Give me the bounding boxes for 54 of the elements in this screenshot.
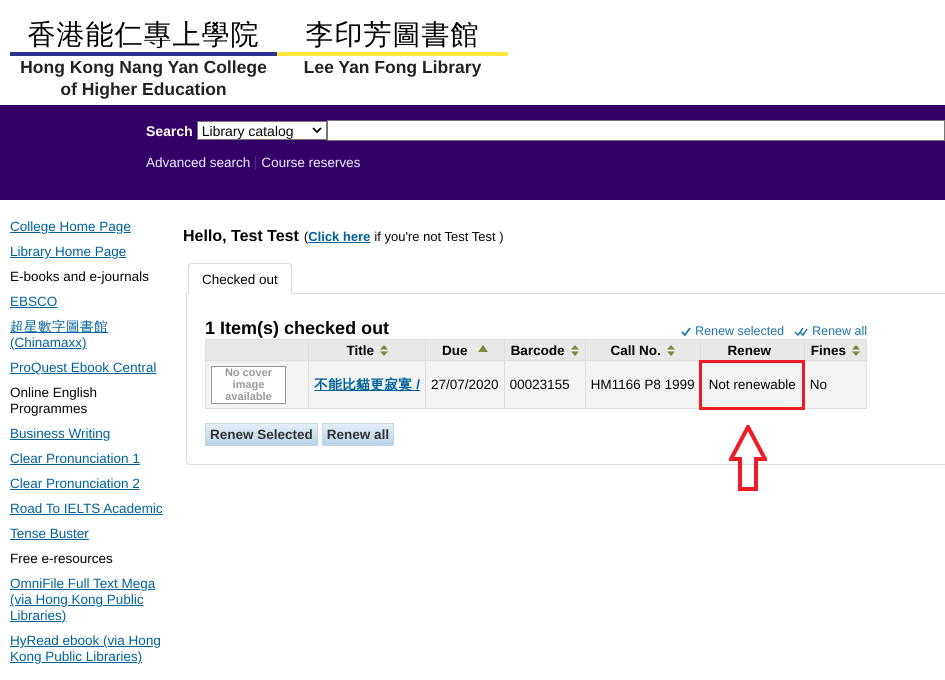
scope-select[interactable]: Library catalog — [196, 121, 327, 140]
sort-ascending-icon — [478, 345, 488, 352]
sidebar-link[interactable]: Business Writing — [10, 426, 175, 442]
sidebar-link[interactable]: OmniFile Full Text Mega (via Hong Kong Public Libraries) — [10, 576, 175, 624]
sidebar-link[interactable]: EBSCO — [10, 294, 175, 310]
column-header[interactable]: Barcode — [504, 340, 586, 360]
check-icon — [681, 326, 692, 336]
library-chinese-name: 李印芳圖書館 — [306, 18, 480, 52]
due-cell: 27/07/2020 — [425, 360, 504, 408]
renew-button[interactable]: Renew all — [322, 423, 394, 446]
greeting-paren: ( — [304, 229, 308, 244]
chevron-down-icon — [312, 127, 322, 134]
sidebar-link[interactable]: Clear Pronunciation 1 — [10, 451, 175, 467]
click-here-link[interactable]: Click here — [308, 229, 370, 244]
sidebar-link[interactable]: HyRead ebook (via Hong Kong Public Libraries) — [10, 633, 175, 665]
sidebar-link[interactable]: Library Home Page — [10, 244, 175, 260]
up-arrow-icon — [728, 425, 767, 491]
sidebar-link[interactable]: ProQuest Ebook Central — [10, 360, 175, 376]
sidebar-heading: Free e-resources — [10, 551, 114, 567]
college-english-name: Hong Kong Nang Yan College of Higher Education — [19, 56, 268, 100]
sidebar-link[interactable]: Tense Buster — [10, 526, 175, 542]
checkout-heading: 1 Item(s) checked out — [205, 317, 390, 339]
call-number-cell: HM1166 P8 1999 — [585, 360, 700, 408]
sort-icon — [852, 345, 860, 356]
renew-action-link[interactable]: Renew selected — [681, 324, 784, 338]
column-header: Renew — [700, 340, 804, 360]
tab[interactable]: Checked out — [188, 263, 292, 294]
search-link[interactable]: Advanced search — [146, 155, 250, 170]
column-header[interactable]: Due — [425, 340, 504, 360]
no-cover-image: No cover image available — [211, 366, 286, 404]
search-link[interactable]: Course reserves — [261, 155, 360, 170]
sidebar-link[interactable]: Clear Pronunciation 2 — [10, 476, 175, 492]
greeting-note: if you're not Test Test ) — [374, 229, 504, 244]
fines-cell: No — [804, 360, 866, 408]
sort-icon — [666, 345, 675, 356]
renew-action-link[interactable]: Renew all — [794, 324, 867, 338]
column-header[interactable]: Call No. — [585, 340, 700, 360]
double-check-icon — [794, 326, 808, 336]
sidebar-heading: Online English Programmes — [10, 385, 98, 417]
sidebar-heading: E-books and e-journals — [10, 269, 150, 285]
sidebar-link[interactable]: College Home Page — [10, 219, 175, 235]
search-field[interactable] — [326, 120, 945, 141]
sidebar-link[interactable]: Road To IELTS Academic — [10, 501, 175, 517]
column-header[interactable]: Fines — [804, 340, 866, 360]
sort-icon — [380, 345, 388, 356]
search-label: Search — [146, 122, 193, 138]
sidebar-link[interactable]: 超星數字圖書館 (Chinamaxx) — [10, 319, 175, 351]
greeting-text: Hello, Test Test — [183, 228, 299, 246]
sort-icon — [570, 345, 579, 356]
college-chinese-name: 香港能仁專上學院 — [28, 18, 260, 52]
renew-button[interactable]: Renew Selected — [205, 423, 318, 446]
library-english-name: Lee Yan Fong Library — [304, 56, 482, 78]
column-header[interactable]: Title — [308, 340, 426, 360]
barcode-cell: 00023155 — [504, 360, 586, 408]
